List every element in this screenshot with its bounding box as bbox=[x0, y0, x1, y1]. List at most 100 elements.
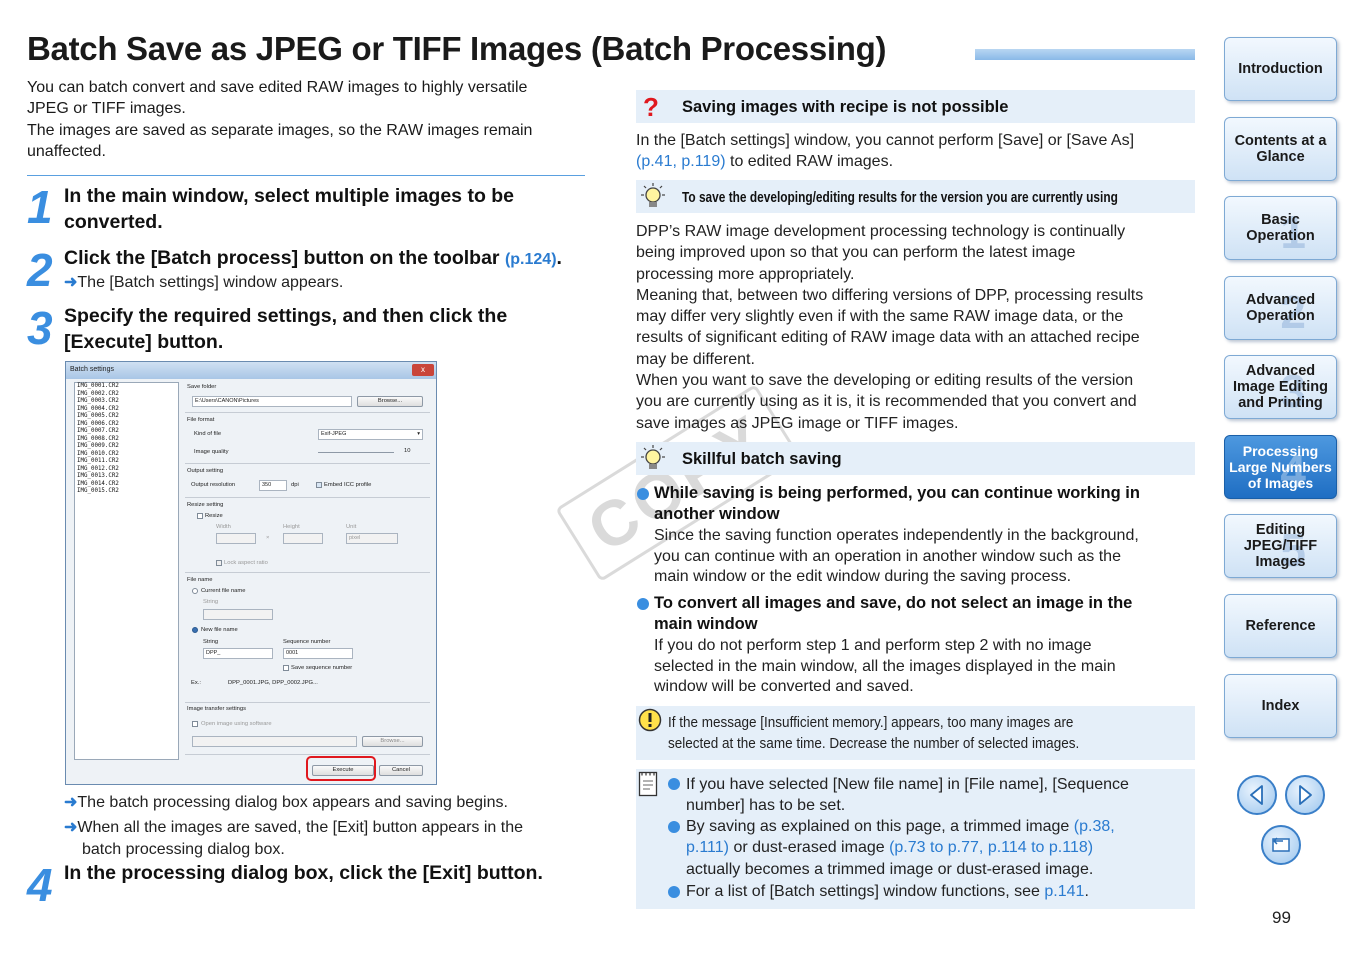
open-image-checkbox[interactable] bbox=[192, 721, 198, 727]
file-list-item[interactable]: IMG_0013.CR2 bbox=[75, 473, 178, 481]
file-list-item[interactable]: IMG_0011.CR2 bbox=[75, 458, 178, 466]
file-list-item[interactable]: IMG_0007.CR2 bbox=[75, 428, 178, 436]
file-list-item[interactable]: IMG_0012.CR2 bbox=[75, 466, 178, 474]
memo-page-link[interactable]: (p.73 to p.77, p.114 to p.118) bbox=[889, 839, 1093, 856]
caution-line: selected at the same time. Decrease the … bbox=[668, 735, 1080, 752]
memo-line: actually becomes a trimmed image or dust… bbox=[686, 860, 1094, 878]
file-list-item[interactable]: IMG_0015.CR2 bbox=[75, 488, 178, 496]
string-input[interactable]: DPP_ bbox=[203, 648, 273, 659]
file-list-item[interactable]: IMG_0005.CR2 bbox=[75, 413, 178, 421]
nav-label: Reference bbox=[1245, 618, 1316, 634]
step-3-title-line: [Execute] button. bbox=[64, 331, 224, 353]
file-list-item[interactable]: IMG_0006.CR2 bbox=[75, 421, 178, 429]
new-file-name-radio[interactable] bbox=[192, 627, 198, 633]
output-resolution-label: Output resolution bbox=[191, 482, 236, 488]
file-list-item[interactable]: IMG_0008.CR2 bbox=[75, 436, 178, 444]
tip-header-skillful: Skillful batch saving bbox=[636, 442, 1195, 475]
tip-title: Skillful batch saving bbox=[682, 450, 842, 468]
software-browse-button[interactable]: Browse... bbox=[362, 736, 423, 747]
nav-introduction[interactable]: Introduction bbox=[1224, 37, 1337, 101]
tip-line: you are currently using as it is, it is … bbox=[636, 393, 1137, 411]
memo-item-2: By saving as explained on this page, a t… bbox=[686, 816, 1191, 880]
nav-basic-operation[interactable]: 1 Basic Operation bbox=[1224, 196, 1337, 260]
arrow-right-icon: ➜ bbox=[64, 274, 78, 291]
step-3-note-2: ➜When all the images are saved, the [Exi… bbox=[64, 817, 523, 839]
height-label: Height bbox=[283, 524, 300, 530]
nav-advanced-operation[interactable]: 2 Advanced Operation bbox=[1224, 276, 1337, 340]
return-button[interactable] bbox=[1261, 825, 1301, 865]
nav-advanced-image-editing[interactable]: 3 Advanced Image Editing and Printing bbox=[1224, 355, 1337, 419]
new-file-name-label: New file name bbox=[201, 627, 238, 633]
tip-line: save images as JPEG image or TIFF images… bbox=[636, 414, 959, 432]
width-input[interactable] bbox=[216, 533, 256, 544]
memo-text: or dust-erased image bbox=[729, 839, 890, 857]
file-list-item[interactable]: IMG_0001.CR2 bbox=[75, 383, 178, 391]
sequence-number-input[interactable]: 0001 bbox=[283, 648, 353, 659]
step-2-page-link[interactable]: (p.124) bbox=[505, 251, 557, 268]
bullet-dot bbox=[668, 777, 680, 795]
current-file-name-radio[interactable] bbox=[192, 588, 198, 594]
browse-button[interactable]: Browse... bbox=[357, 396, 423, 407]
current-string-input[interactable] bbox=[203, 609, 273, 620]
caution-text: If the message [Insufficient memory.] ap… bbox=[668, 712, 1079, 754]
lightbulb-icon bbox=[641, 183, 665, 207]
recipe-notice-tail: to edited RAW images. bbox=[725, 153, 894, 171]
embed-icc-checkbox[interactable] bbox=[316, 482, 322, 488]
nav-reference[interactable]: Reference bbox=[1224, 594, 1337, 658]
bullet-1-heading: While saving is being performed, you can… bbox=[654, 483, 1194, 524]
cancel-button[interactable]: Cancel bbox=[379, 765, 423, 776]
step-number-3: 3 bbox=[27, 302, 53, 354]
arrow-left-icon bbox=[1250, 785, 1263, 805]
nav-label: Advanced Image Editing and Printing bbox=[1232, 363, 1329, 411]
string-label-disabled: String bbox=[203, 599, 219, 605]
file-list-item[interactable]: IMG_0003.CR2 bbox=[75, 398, 178, 406]
output-resolution-input[interactable]: 350 bbox=[259, 480, 287, 491]
memo-page-link[interactable]: p.111) bbox=[686, 839, 729, 856]
memo-line: p.111) or dust-erased image (p.73 to p.7… bbox=[686, 837, 1191, 858]
nav-contents-at-a-glance[interactable]: Contents at a Glance bbox=[1224, 117, 1337, 181]
file-list-item[interactable]: IMG_0010.CR2 bbox=[75, 451, 178, 459]
batch-settings-dialog-screenshot: Batch settings x IMG_0001.CR2 IMG_0002.CR… bbox=[65, 361, 437, 785]
unit-select[interactable]: pixel bbox=[346, 533, 398, 544]
recipe-page-links[interactable]: (p.41, p.119) bbox=[636, 153, 726, 170]
version-tip-body: DPP’s RAW image development processing t… bbox=[636, 221, 1196, 434]
memo-text: . bbox=[1084, 883, 1089, 900]
previous-page-button[interactable] bbox=[1237, 775, 1277, 815]
bullet-heading-line: To convert all images and save, do not s… bbox=[654, 594, 1133, 612]
arrow-right-icon: ➜ bbox=[64, 794, 78, 811]
resize-checkbox[interactable] bbox=[197, 513, 203, 519]
memo-page-link[interactable]: (p.38, bbox=[1074, 818, 1115, 835]
file-list-item[interactable]: IMG_0004.CR2 bbox=[75, 406, 178, 414]
bullet-heading-line: another window bbox=[654, 504, 780, 523]
bullet-body-line: selected in the main window, all the ima… bbox=[654, 657, 1116, 675]
kind-of-file-select[interactable]: Exif-JPEG ▾ bbox=[318, 429, 423, 440]
divider bbox=[185, 463, 430, 464]
dialog-title: Batch settings bbox=[70, 366, 114, 373]
nav-index[interactable]: Index bbox=[1224, 674, 1337, 738]
question-mark-icon: ? bbox=[643, 94, 659, 120]
memo-page-link[interactable]: p.141 bbox=[1044, 883, 1084, 900]
height-input[interactable] bbox=[283, 533, 323, 544]
dialog-close-icon[interactable]: x bbox=[412, 364, 434, 376]
save-folder-input[interactable]: E:\Users\CANON\Pictures bbox=[192, 396, 352, 407]
file-list-item[interactable]: IMG_0002.CR2 bbox=[75, 391, 178, 399]
tip-line: When you want to save the developing or … bbox=[636, 372, 1134, 390]
file-list[interactable]: IMG_0001.CR2 IMG_0002.CR2 IMG_0003.CR2 IMG_… bbox=[74, 382, 179, 760]
bullet-body-line: window will be converted and saved. bbox=[654, 678, 914, 696]
nav-editing-jpeg-tiff[interactable]: 5 Editing JPEG/TIFF Images bbox=[1224, 514, 1337, 578]
image-transfer-label: Image transfer settings bbox=[187, 706, 246, 712]
dpi-label: dpi bbox=[291, 482, 299, 488]
nav-label: Contents at a Glance bbox=[1234, 133, 1327, 165]
file-list-item[interactable]: IMG_0014.CR2 bbox=[75, 481, 178, 489]
string-label: String bbox=[203, 639, 219, 645]
bullet-dot bbox=[668, 820, 680, 838]
nav-processing-large-numbers[interactable]: 4 Processing Large Numbers of Images bbox=[1224, 435, 1337, 499]
file-list-item[interactable]: IMG_0009.CR2 bbox=[75, 443, 178, 451]
save-folder-label: Save folder bbox=[187, 384, 217, 390]
image-quality-slider[interactable] bbox=[318, 452, 394, 453]
software-path-input[interactable] bbox=[192, 736, 357, 747]
memo-line: If you have selected [New file name] in … bbox=[686, 776, 1129, 793]
lock-aspect-checkbox[interactable] bbox=[216, 560, 222, 566]
save-sequence-checkbox[interactable] bbox=[283, 665, 289, 671]
next-page-button[interactable] bbox=[1285, 775, 1325, 815]
